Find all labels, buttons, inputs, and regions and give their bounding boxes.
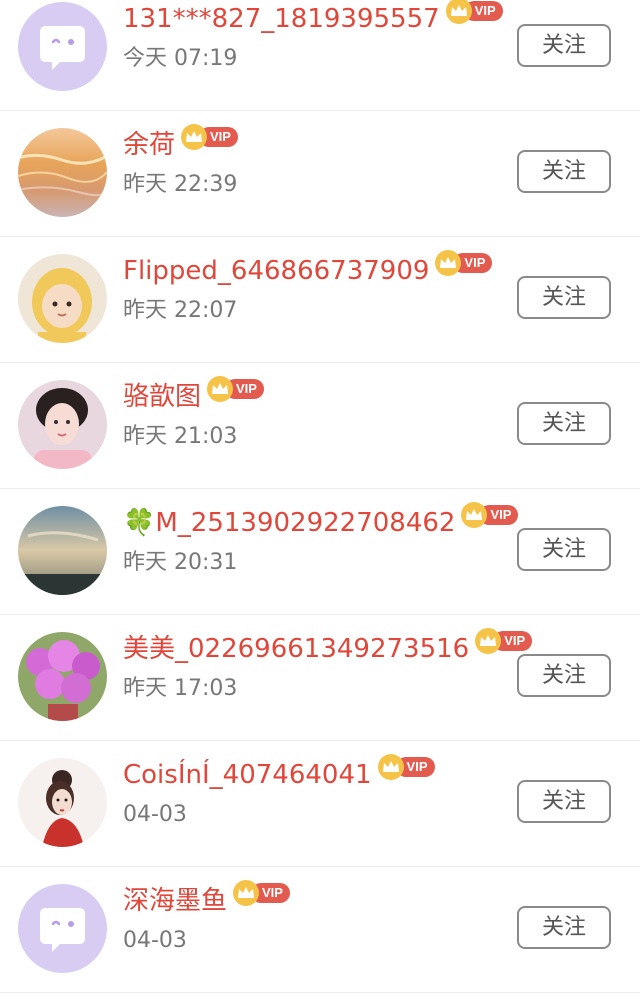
follower-list: 131***827_1819395557 VIP 今天 07:19 关注 余荷 … [0, 0, 640, 1000]
follow-button[interactable]: 关注 [517, 906, 611, 949]
follow-button[interactable]: 关注 [517, 150, 611, 193]
timestamp: 04-03 [123, 802, 187, 827]
default-avatar-icon[interactable] [18, 2, 107, 91]
list-item[interactable]: 余荷 VIP 昨天 22:39 关注 [0, 111, 640, 237]
timestamp: 昨天 20:31 [123, 550, 238, 575]
list-item[interactable]: 131***827_1819395557 VIP 今天 07:19 关注 [0, 0, 640, 111]
timestamp: 昨天 22:07 [123, 298, 238, 323]
timestamp: 昨天 22:39 [123, 172, 238, 197]
timestamp: 今天 07:19 [123, 46, 238, 71]
default-avatar-icon[interactable] [18, 884, 107, 973]
crown-icon [377, 754, 404, 780]
timestamp: 昨天 21:03 [123, 424, 238, 449]
timestamp: 04-03 [123, 928, 187, 953]
follow-button[interactable]: 关注 [517, 654, 611, 697]
photo-avatar-icon[interactable] [18, 506, 107, 595]
crown-icon [435, 250, 462, 276]
crown-icon [207, 376, 234, 402]
crown-icon [461, 502, 488, 528]
list-item[interactable]: 🍀M_2513902922708462 VIP 昨天 20:31 关注 [0, 489, 640, 615]
vip-badge: VIP [475, 628, 533, 654]
vip-badge: VIP [181, 124, 238, 150]
photo-avatar-icon[interactable] [18, 254, 107, 343]
crown-icon [475, 628, 502, 654]
follow-button[interactable]: 关注 [517, 276, 611, 319]
username[interactable]: 美美_02269661349273516 [123, 629, 469, 669]
username[interactable]: CoisÍnÍ_407464041 [123, 755, 372, 795]
timestamp: 昨天 17:03 [123, 676, 238, 701]
crown-icon [233, 880, 260, 906]
follow-button[interactable]: 关注 [517, 780, 611, 823]
photo-avatar-icon[interactable] [18, 758, 107, 847]
username[interactable]: Flipped_646866737909 [123, 251, 429, 291]
username[interactable]: 余荷 [123, 125, 175, 165]
crown-icon [445, 0, 472, 24]
vip-badge: VIP [377, 754, 435, 780]
username[interactable]: 🍀M_2513902922708462 [123, 503, 455, 543]
list-item[interactable]: 深海墨鱼 VIP 04-03 关注 [0, 867, 640, 993]
username[interactable]: 深海墨鱼 [123, 881, 227, 921]
crown-icon [181, 124, 208, 150]
list-item[interactable]: 骆歆图 VIP 昨天 21:03 关注 [0, 363, 640, 489]
follow-button[interactable]: 关注 [517, 528, 611, 571]
vip-badge: VIP [445, 0, 503, 24]
list-item[interactable]: 美美_02269661349273516 VIP 昨天 17:03 关注 [0, 615, 640, 741]
photo-avatar-icon[interactable] [18, 632, 107, 721]
vip-badge: VIP [461, 502, 519, 528]
vip-badge: VIP [233, 880, 290, 906]
follow-button[interactable]: 关注 [517, 24, 611, 67]
list-item[interactable]: Flipped_646866737909 VIP 昨天 22:07 关注 [0, 237, 640, 363]
list-item[interactable]: CoisÍnÍ_407464041 VIP 04-03 关注 [0, 741, 640, 867]
username[interactable]: 骆歆图 [123, 377, 201, 417]
photo-avatar-icon[interactable] [18, 380, 107, 469]
username[interactable]: 131***827_1819395557 [123, 0, 440, 39]
vip-badge: VIP [435, 250, 493, 276]
photo-avatar-icon[interactable] [18, 128, 107, 217]
follow-button[interactable]: 关注 [517, 402, 611, 445]
vip-badge: VIP [207, 376, 264, 402]
